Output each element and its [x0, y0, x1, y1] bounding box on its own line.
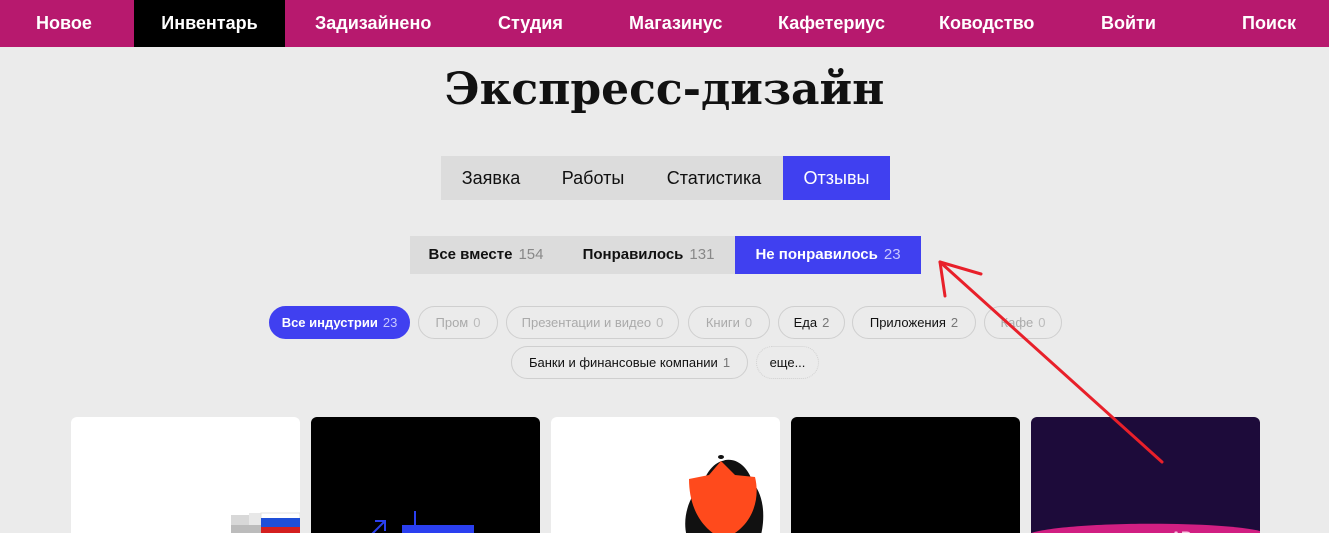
chip-industry[interactable]: Пром 0 [418, 306, 498, 339]
nav-item-studio[interactable]: Студия [498, 0, 563, 47]
work-card[interactable] [311, 417, 540, 533]
chip-label: Кафе [1000, 315, 1034, 330]
chip-label: Книги [705, 315, 740, 330]
work-card[interactable] [71, 417, 300, 533]
chip-count: 23 [382, 315, 398, 330]
work-card[interactable] [791, 417, 1020, 533]
chip-more[interactable]: еще... [756, 346, 819, 379]
filter-liked[interactable]: Понравилось 131 [562, 236, 735, 274]
work-card[interactable] [551, 417, 780, 533]
tab-application[interactable]: Заявка [441, 156, 541, 200]
nav-item-guide[interactable]: Ководство [939, 0, 1034, 47]
chip-label: Пром [435, 315, 469, 330]
chip-label: Все индустрии [281, 315, 378, 330]
filter-label: Все вместе [428, 246, 513, 263]
chip-count: 0 [656, 315, 664, 330]
filter-disliked[interactable]: Не понравилось 23 [735, 236, 921, 274]
section-tabs: Заявка Работы Статистика Отзывы [441, 156, 890, 200]
chip-count: 0 [1038, 315, 1046, 330]
work-thumbnail-magenta: AR [1031, 523, 1260, 533]
chip-label: Презентации и видео [521, 315, 652, 330]
nav-item-designed[interactable]: Задизайнено [315, 0, 431, 47]
top-navigation: Новое Инвентарь Задизайнено Студия Магаз… [0, 0, 1329, 47]
nav-item-inventory[interactable]: Инвентарь [134, 0, 285, 47]
chip-count: 1 [722, 355, 731, 370]
chip-label: Приложения [869, 315, 946, 330]
nav-item-search[interactable]: Поиск [1242, 0, 1296, 47]
filter-all[interactable]: Все вместе 154 [410, 236, 562, 274]
chip-label: Банки и финансовые компании [528, 355, 718, 370]
chip-all-industries[interactable]: Все индустрии 23 [269, 306, 410, 339]
filter-label: Понравилось [582, 246, 684, 263]
nav-item-login[interactable]: Войти [1101, 0, 1156, 47]
tab-reviews[interactable]: Отзывы [783, 156, 890, 200]
chip-books[interactable]: Книги 0 [688, 306, 770, 339]
chip-presentations[interactable]: Презентации и видео 0 [506, 306, 679, 339]
tab-statistics[interactable]: Статистика [645, 156, 783, 200]
chip-label: Еда [793, 315, 818, 330]
chip-count: 0 [744, 315, 753, 330]
chip-banks[interactable]: Банки и финансовые компании 1 [511, 346, 748, 379]
filter-count: 131 [689, 246, 715, 263]
chip-count: 2 [822, 315, 830, 330]
chip-count: 0 [473, 315, 481, 330]
svg-text:AR: AR [1171, 528, 1191, 533]
work-thumbnail-penguin [685, 453, 764, 533]
nav-item-shop[interactable]: Магазинус [629, 0, 722, 47]
work-thumbnail-dark [791, 417, 1020, 533]
work-thumbnail-flag [231, 512, 300, 533]
filter-count: 23 [883, 246, 901, 263]
page-title: Экспресс-дизайн [444, 64, 885, 115]
tab-works[interactable]: Работы [541, 156, 645, 200]
nav-item-cafe[interactable]: Кафетериус [778, 0, 885, 47]
filter-label: Не понравилось [755, 246, 878, 263]
nav-item-new[interactable]: Новое [36, 0, 92, 47]
chip-food[interactable]: Еда 2 [778, 306, 845, 339]
filter-count: 154 [518, 246, 544, 263]
chip-apps[interactable]: Приложения 2 [852, 306, 976, 339]
work-thumbnail-blue-shapes [371, 511, 474, 533]
chip-cafe[interactable]: Кафе 0 [984, 306, 1062, 339]
review-filter: Все вместе 154 Понравилось 131 Не понравил… [410, 236, 921, 274]
chip-count: 2 [950, 315, 959, 330]
work-card[interactable]: AR [1031, 417, 1260, 533]
